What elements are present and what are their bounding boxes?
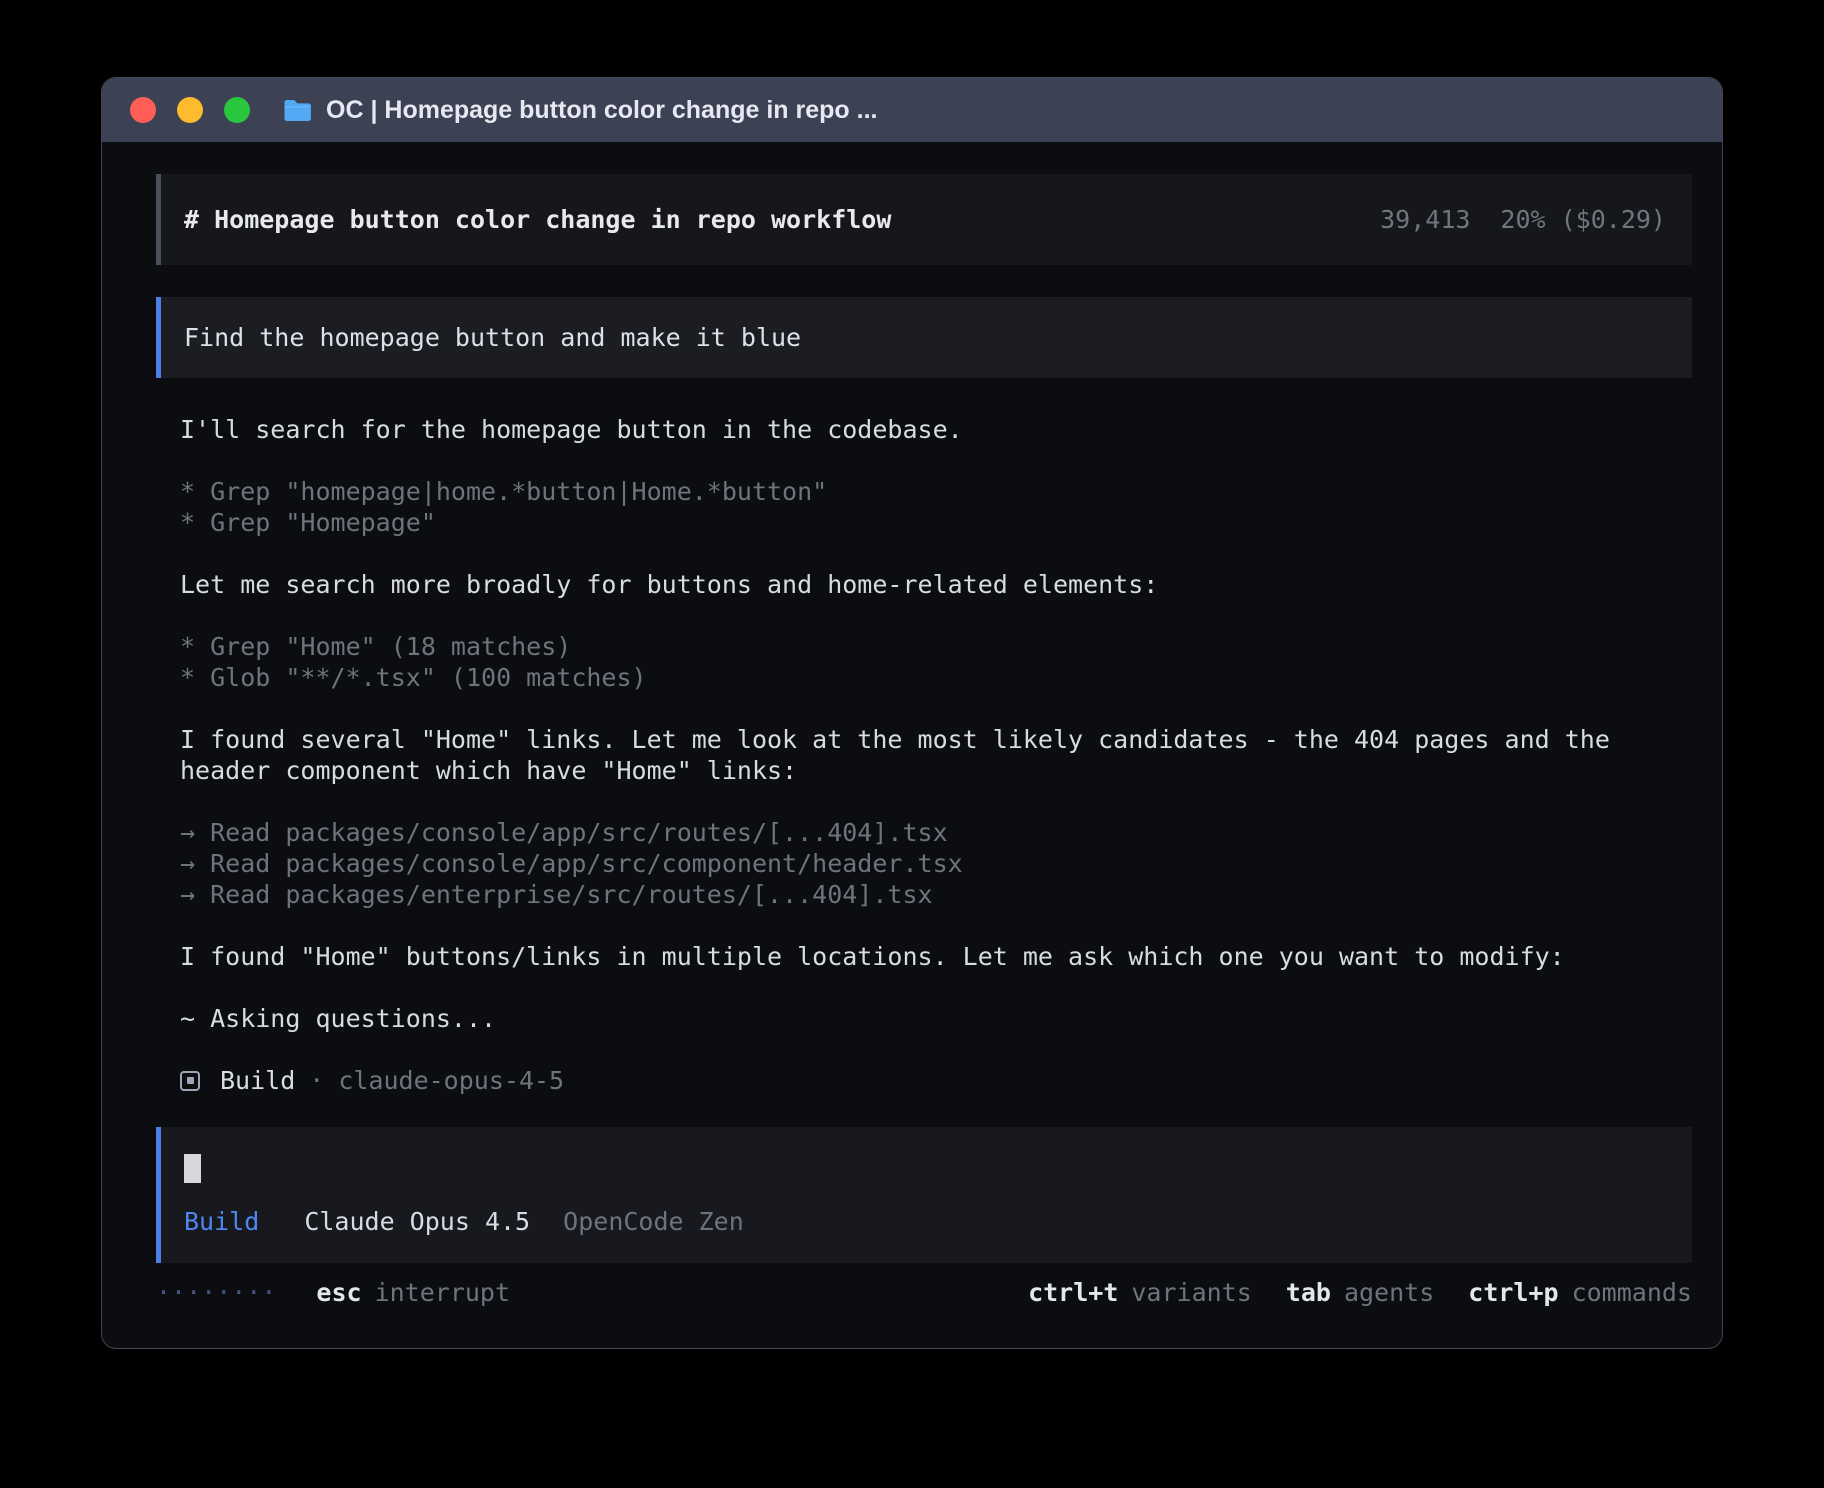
shortcut-key: ctrl+p xyxy=(1468,1278,1558,1307)
agent-icon xyxy=(180,1071,200,1091)
read-call: → Read packages/console/app/src/routes/[… xyxy=(180,817,1692,848)
read-call: → Read packages/console/app/src/componen… xyxy=(180,848,1692,879)
terminal-content: # Homepage button color change in repo w… xyxy=(102,142,1722,1308)
shortcut-variants: ctrl+t variants xyxy=(1028,1277,1252,1308)
zoom-button[interactable] xyxy=(224,97,250,123)
asking-status: ~ Asking questions... xyxy=(180,1003,1692,1034)
titlebar[interactable]: OC | Homepage button color change in rep… xyxy=(102,78,1722,142)
shortcut-interrupt: esc interrupt xyxy=(316,1277,510,1308)
provider-name: OpenCode Zen xyxy=(563,1207,744,1236)
window-title-text: OC | Homepage button color change in rep… xyxy=(326,96,877,125)
shortcut-agents: tab agents xyxy=(1286,1277,1434,1308)
prompt-input[interactable]: Build Claude Opus 4.5 OpenCode Zen xyxy=(156,1127,1692,1263)
tool-call-group-2: * Grep "Home" (18 matches) * Glob "**/*.… xyxy=(180,631,1692,693)
spinner-dots-icon: ········ xyxy=(156,1277,276,1308)
assistant-candidates: I found several "Home" links. Let me loo… xyxy=(180,724,1692,786)
input-line[interactable] xyxy=(184,1153,1666,1184)
agent-icon-dot xyxy=(187,1077,194,1084)
assistant-intro: I'll search for the homepage button in t… xyxy=(180,414,1692,445)
user-message-text: Find the homepage button and make it blu… xyxy=(184,323,801,352)
read-call-group: → Read packages/console/app/src/routes/[… xyxy=(180,817,1692,910)
tool-call: * Glob "**/*.tsx" (100 matches) xyxy=(180,662,1692,693)
token-count: 39,413 xyxy=(1380,204,1470,235)
minimize-button[interactable] xyxy=(177,97,203,123)
shortcut-commands: ctrl+p commands xyxy=(1468,1277,1692,1308)
agent-status: Build · claude-opus-4-5 xyxy=(180,1065,1692,1096)
window-title: OC | Homepage button color change in rep… xyxy=(282,96,877,125)
context-usage: 20% ($0.29) xyxy=(1500,204,1666,235)
tool-call: * Grep "Home" (18 matches) xyxy=(180,631,1692,662)
shortcut-key: tab xyxy=(1286,1278,1331,1307)
close-button[interactable] xyxy=(130,97,156,123)
status-bar-right: ctrl+t variants tab agents ctrl+p commands xyxy=(1028,1277,1692,1308)
session-title: # Homepage button color change in repo w… xyxy=(184,204,891,235)
session-header: # Homepage button color change in repo w… xyxy=(156,174,1692,265)
agent-mode-label: Build xyxy=(184,1207,259,1236)
tool-call-group-1: * Grep "homepage|home.*button|Home.*butt… xyxy=(180,476,1692,538)
folder-icon xyxy=(282,98,313,123)
terminal-window: OC | Homepage button color change in rep… xyxy=(102,78,1722,1348)
tool-call: * Grep "homepage|home.*button|Home.*butt… xyxy=(180,476,1692,507)
separator-dot: · xyxy=(309,1065,324,1096)
tool-call: * Grep "Homepage" xyxy=(180,507,1692,538)
user-message-block: Find the homepage button and make it blu… xyxy=(156,297,1692,378)
shortcut-label: variants xyxy=(1131,1278,1251,1307)
agent-name: Build xyxy=(220,1065,295,1096)
text-cursor xyxy=(184,1154,201,1183)
agent-model: claude-opus-4-5 xyxy=(338,1065,564,1096)
model-name: Claude Opus 4.5 xyxy=(304,1207,530,1236)
input-status-line: Build Claude Opus 4.5 OpenCode Zen xyxy=(184,1206,1666,1237)
traffic-lights xyxy=(130,97,250,123)
status-bar-left: ········ esc interrupt xyxy=(156,1277,510,1308)
read-call: → Read packages/enterprise/src/routes/[.… xyxy=(180,879,1692,910)
assistant-ask: I found "Home" buttons/links in multiple… xyxy=(180,941,1692,972)
shortcut-label: commands xyxy=(1572,1278,1692,1307)
shortcut-key: esc xyxy=(316,1278,361,1307)
shortcut-label: agents xyxy=(1344,1278,1434,1307)
shortcut-label: interrupt xyxy=(375,1278,510,1307)
session-stats: 39,413 20% ($0.29) xyxy=(1380,204,1666,235)
status-bar: ········ esc interrupt ctrl+t variants tab… xyxy=(156,1277,1692,1308)
shortcut-key: ctrl+t xyxy=(1028,1278,1118,1307)
assistant-broaden: Let me search more broadly for buttons a… xyxy=(180,569,1692,600)
